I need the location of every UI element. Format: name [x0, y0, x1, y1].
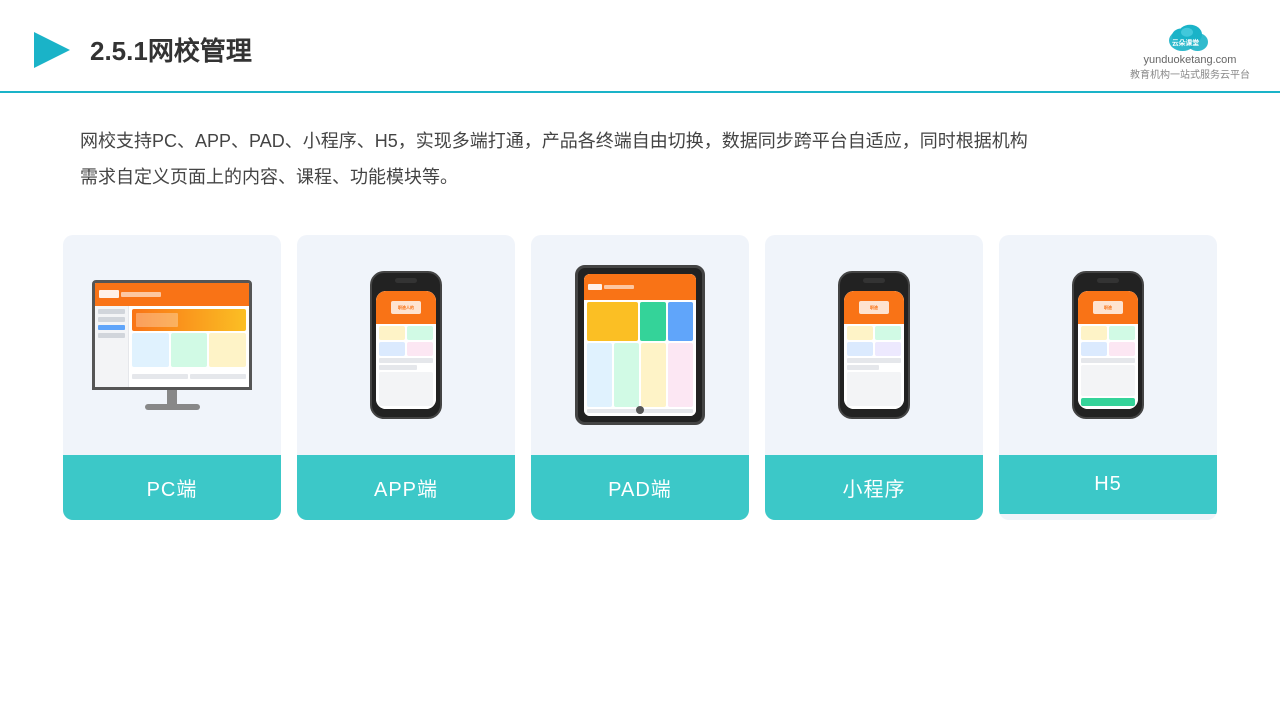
cards-container: PC端 职途人的 — [0, 215, 1280, 540]
header-left: 2.5.1网校管理 — [30, 28, 252, 72]
card-pad-label: PAD端 — [531, 455, 749, 520]
description-line1: 网校支持PC、APP、PAD、小程序、H5，实现多端打通，产品各终端自由切换，数… — [80, 123, 1200, 159]
tablet-device — [575, 265, 705, 425]
page-title: 2.5.1网校管理 — [90, 31, 252, 68]
card-h5-label: H5 — [999, 455, 1217, 514]
phone-screen-app: 职途人的 — [376, 291, 436, 409]
phone-notch — [395, 278, 417, 283]
cloud-logo-icon: 云朵课堂 — [1160, 18, 1220, 54]
phone-notch-mini — [863, 278, 885, 283]
description-line2: 需求自定义页面上的内容、课程、功能模块等。 — [80, 159, 1200, 195]
card-app-label: APP端 — [297, 455, 515, 520]
phone-device-app: 职途人的 — [370, 271, 442, 419]
tablet-screen — [584, 274, 696, 416]
card-miniprogram: 职途 — [765, 235, 983, 520]
card-miniprogram-label: 小程序 — [765, 455, 983, 520]
phone-screen-h5: 职途 — [1078, 291, 1138, 409]
card-app: 职途人的 — [297, 235, 515, 520]
card-pad-image — [531, 235, 749, 455]
card-h5: 职途 — [999, 235, 1217, 520]
card-pc: PC端 — [63, 235, 281, 520]
card-app-image: 职途人的 — [297, 235, 515, 455]
logo-url: yunduoketang.com — [1144, 54, 1237, 66]
card-pc-label: PC端 — [63, 455, 281, 520]
monitor-device — [92, 280, 252, 410]
phone-device-h5: 职途 — [1072, 271, 1144, 419]
card-pad: PAD端 — [531, 235, 749, 520]
card-h5-image: 职途 — [999, 235, 1217, 455]
tablet-button — [636, 406, 644, 414]
page-header: 2.5.1网校管理 云朵课堂 yunduoketang.com 教育机构一站式服… — [0, 0, 1280, 93]
card-miniprogram-image: 职途 — [765, 235, 983, 455]
logo-area: 云朵课堂 yunduoketang.com 教育机构一站式服务云平台 — [1130, 18, 1250, 81]
monitor-neck — [167, 390, 177, 404]
monitor-base — [145, 404, 200, 410]
svg-text:云朵课堂: 云朵课堂 — [1172, 38, 1199, 47]
logo-subtitle: 教育机构一站式服务云平台 — [1130, 66, 1250, 81]
card-pc-image — [63, 235, 281, 455]
phone-screen-mini: 职途 — [844, 291, 904, 409]
description-text: 网校支持PC、APP、PAD、小程序、H5，实现多端打通，产品各终端自由切换，数… — [0, 93, 1280, 205]
monitor-screen — [92, 280, 252, 390]
play-icon — [30, 28, 74, 72]
phone-notch-h5 — [1097, 278, 1119, 283]
phone-device-miniprogram: 职途 — [838, 271, 910, 419]
